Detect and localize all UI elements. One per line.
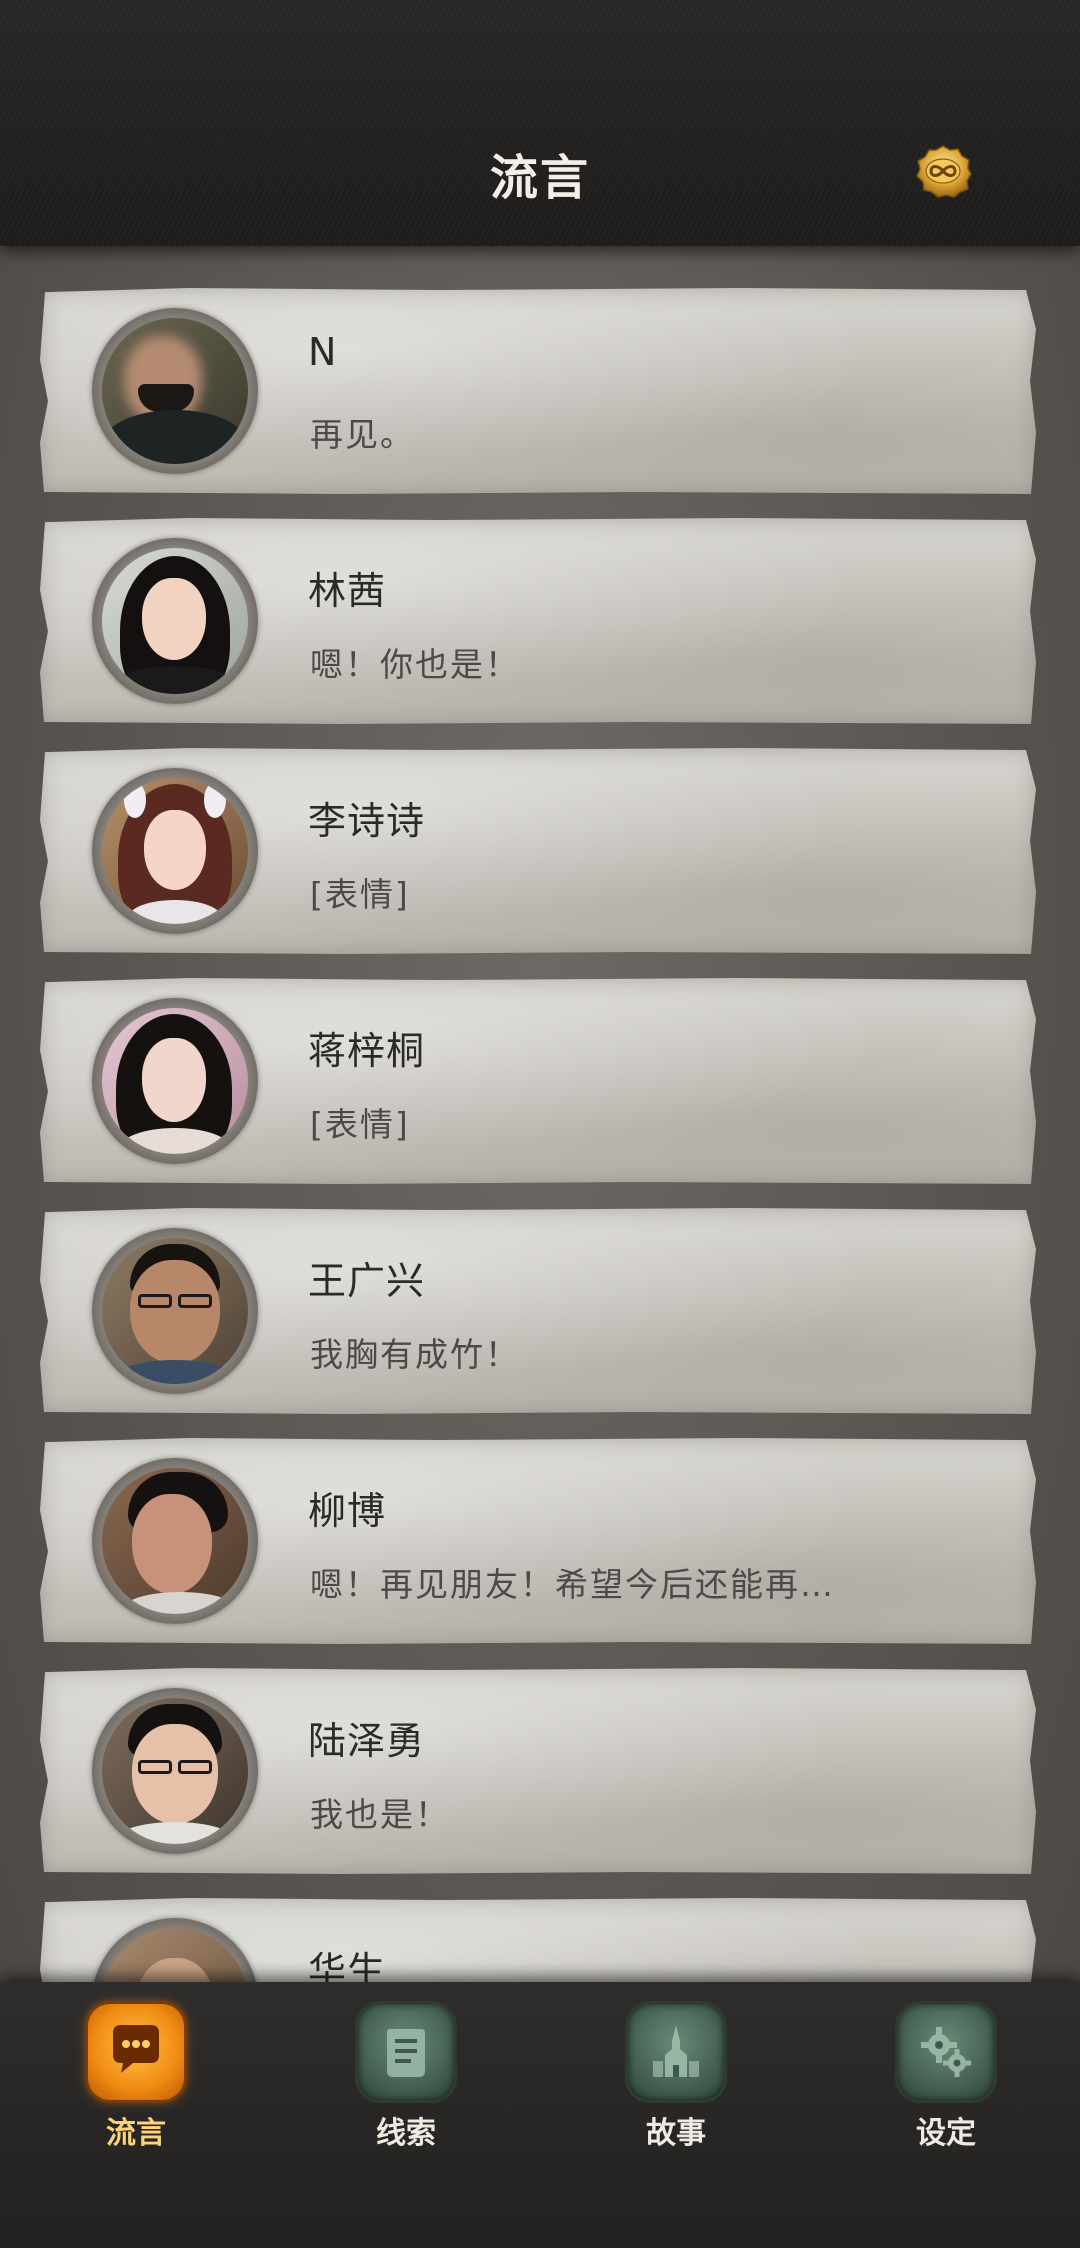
- tab-rumors[interactable]: 流言: [66, 2004, 206, 2154]
- contact-name: 华生: [308, 1949, 387, 1982]
- chat-bubble-icon: [88, 2004, 184, 2100]
- avatar-frame: [92, 768, 258, 934]
- scroll-icon: [358, 2004, 454, 2100]
- avatar: [102, 318, 248, 464]
- contact-card[interactable]: 陆泽勇 我也是！: [40, 1668, 1036, 1874]
- avatar-frame: [92, 998, 258, 1164]
- last-message: 嗯！再见朋友！希望今后还能再…: [310, 1565, 835, 1604]
- contact-card[interactable]: 柳博 嗯！再见朋友！希望今后还能再…: [40, 1438, 1036, 1644]
- contact-name: 李诗诗: [308, 799, 426, 843]
- contact-card[interactable]: 林茜 嗯！你也是！: [40, 518, 1036, 724]
- tab-settings[interactable]: 设定: [876, 2004, 1016, 2154]
- avatar-frame: [92, 538, 258, 704]
- top-bar: 流言: [0, 0, 1080, 246]
- tab-clues[interactable]: 线索: [336, 2004, 476, 2154]
- last-message: 我胸有成竹！: [310, 1335, 520, 1374]
- contact-card[interactable]: 华生: [40, 1898, 1036, 1982]
- last-message: [表情]: [310, 875, 410, 914]
- contact-name: 蒋梓桐: [308, 1029, 426, 1073]
- avatar: [102, 1698, 248, 1844]
- avatar: [102, 1008, 248, 1154]
- contact-name: 柳博: [308, 1489, 387, 1533]
- last-message: [表情]: [310, 1105, 410, 1144]
- rumor-list[interactable]: N 再见。 林茜 嗯！你也是！ 李诗诗 [表情] 蒋梓桐 [表情] 王广兴 我胸…: [0, 246, 1080, 1982]
- gear-icon: [898, 2004, 994, 2100]
- contact-card[interactable]: 蒋梓桐 [表情]: [40, 978, 1036, 1184]
- contact-name: 陆泽勇: [308, 1719, 426, 1763]
- tab-label: 设定: [916, 2116, 976, 2151]
- tower-icon: [628, 2004, 724, 2100]
- last-message: 再见。: [310, 415, 415, 454]
- infinity-coin-icon[interactable]: [914, 144, 972, 198]
- tab-label: 故事: [646, 2116, 706, 2151]
- avatar: [102, 1928, 248, 1982]
- avatar: [102, 1468, 248, 1614]
- avatar: [102, 1238, 248, 1384]
- last-message: 我也是！: [310, 1795, 450, 1834]
- avatar-frame: [92, 1458, 258, 1624]
- contact-name: N: [308, 330, 338, 374]
- bottom-nav: 流言 线索 故事 设定: [0, 1982, 1080, 2248]
- avatar: [102, 548, 248, 694]
- avatar-frame: [92, 1688, 258, 1854]
- contact-name: 王广兴: [308, 1259, 426, 1303]
- tab-label: 流言: [106, 2116, 166, 2151]
- avatar-frame: [92, 308, 258, 474]
- avatar-frame: [92, 1228, 258, 1394]
- tab-story[interactable]: 故事: [606, 2004, 746, 2154]
- last-message: 嗯！你也是！: [310, 645, 520, 684]
- avatar: [102, 778, 248, 924]
- contact-card[interactable]: 王广兴 我胸有成竹！: [40, 1208, 1036, 1414]
- tab-label: 线索: [376, 2116, 436, 2151]
- avatar-frame: [92, 1918, 258, 1982]
- contact-name: 林茜: [308, 569, 387, 613]
- contact-card[interactable]: N 再见。: [40, 288, 1036, 494]
- contact-card[interactable]: 李诗诗 [表情]: [40, 748, 1036, 954]
